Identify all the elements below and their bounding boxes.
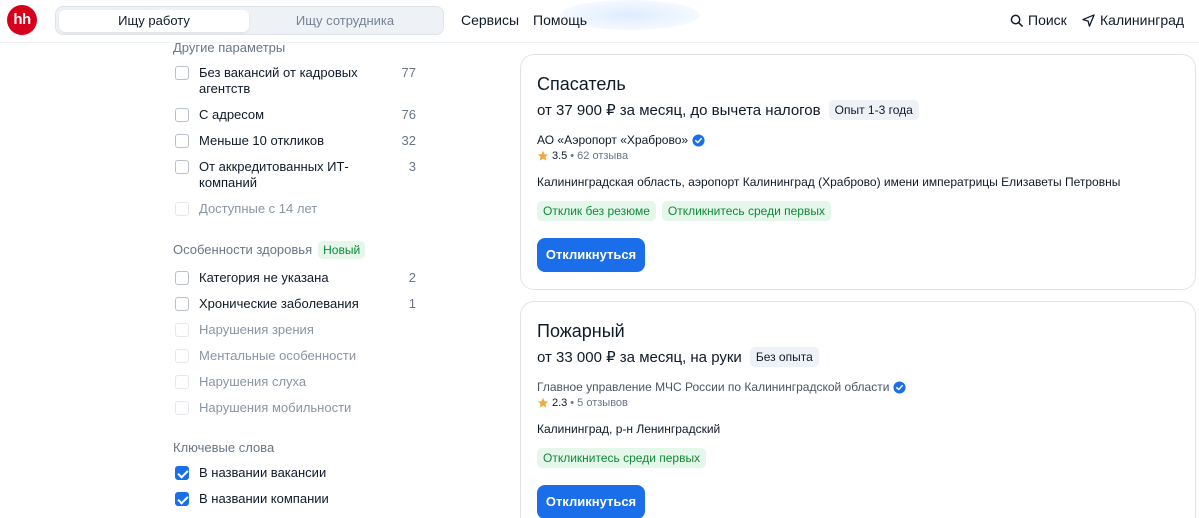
filter-label: Доступные с 14 лет (199, 201, 318, 216)
checkbox (175, 349, 189, 363)
vacancy-salary: от 33 000 ₽ за месяц, на руки Без опыта (537, 347, 819, 367)
mode-switch: Ищу работу Ищу сотрудника (55, 6, 444, 35)
rating-value: 2.3 (552, 397, 568, 409)
filter-label: В названии компании (199, 491, 329, 506)
vacancy-address: Калининградская область, аэропорт Калини… (537, 175, 1121, 189)
apply-button[interactable]: Откликнуться (537, 238, 645, 272)
section-title-text: Особенности здоровья (173, 242, 313, 257)
company-name[interactable]: АО «Аэропорт «Храброво» (537, 133, 705, 147)
verified-check-icon (893, 380, 906, 394)
city-label: Калининград (1100, 12, 1185, 28)
filter-label: Меньше 10 откликов (199, 133, 325, 148)
rating-value: 3.5 (552, 150, 568, 162)
rating-separator: • (570, 397, 575, 409)
tag-be-first: Откликнитесь среди первых (661, 201, 831, 221)
filter-label: Без вакансий от кадровых агентств (199, 65, 358, 96)
filters-sidebar: Другие параметры Без вакансий от кадровы… (0, 0, 440, 518)
vacancy-tags: Отклик без резюме Откликнитесь среди пер… (537, 201, 831, 221)
experience-badge: Без опыта (749, 347, 819, 367)
filter-count: 77 (401, 65, 416, 80)
checkbox[interactable] (175, 492, 189, 506)
filter-label: В названии вакансии (199, 465, 327, 480)
filter-label: Ментальные особенности (199, 348, 357, 363)
filter-label: Категория не указана (199, 270, 329, 285)
company-name-text: АО «Аэропорт «Храброво» (537, 133, 689, 147)
search-button[interactable]: Поиск (1010, 12, 1067, 28)
reviews-count: 5 отзывов (577, 397, 628, 409)
star-icon (537, 397, 549, 408)
tab-employer[interactable]: Ищу сотрудника (250, 10, 440, 32)
checkbox[interactable] (175, 271, 189, 285)
filter-label: Нарушения зрения (199, 322, 314, 337)
reviews-count: 62 отзыва (577, 150, 629, 162)
checkbox (175, 202, 189, 216)
checkbox[interactable] (175, 160, 189, 174)
apply-button[interactable]: Откликнуться (537, 485, 645, 518)
star-icon (537, 150, 549, 161)
hh-logo[interactable]: hh (7, 5, 37, 35)
top-header: hh Ищу работу Ищу сотрудника Сервисы Пом… (0, 0, 1199, 42)
checkbox (175, 401, 189, 415)
section-title-keywords: Ключевые слова (173, 440, 275, 455)
vacancy-tags: Откликнитесь среди первых (537, 448, 707, 468)
vacancy-card[interactable]: Спасатель от 37 900 ₽ за месяц, до вычет… (520, 54, 1196, 290)
filter-count: 3 (408, 159, 416, 174)
filter-count: 2 (408, 270, 416, 285)
vacancy-salary: от 37 900 ₽ за месяц, до вычета налогов … (537, 100, 919, 120)
location-arrow-icon (1082, 13, 1095, 27)
tag-no-resume: Отклик без резюме (537, 201, 656, 221)
filter-label: Нарушения слуха (199, 374, 307, 389)
company-rating: 2.3 • 5 отзывов (537, 397, 628, 409)
vacancy-title[interactable]: Спасатель (537, 74, 626, 95)
city-selector[interactable]: Калининград (1082, 12, 1184, 28)
salary-text: от 37 900 ₽ за месяц, до вычета налогов (537, 102, 821, 119)
checkbox (175, 375, 189, 389)
filter-count: 76 (401, 107, 416, 122)
header-divider (0, 42, 1199, 43)
search-icon (1010, 14, 1023, 27)
search-label: Поиск (1028, 12, 1067, 28)
company-rating: 3.5 • 62 отзыва (537, 150, 628, 162)
nav-help[interactable]: Помощь (533, 12, 587, 28)
company-name[interactable]: Главное управление МЧС России по Калинин… (537, 380, 906, 394)
salary-text: от 33 000 ₽ за месяц, на руки (537, 349, 742, 366)
filter-label: Хронические заболевания (199, 296, 359, 311)
section-title-health: Особенности здоровья Новый (173, 241, 366, 259)
filter-label: С адресом (199, 107, 265, 122)
vacancy-title[interactable]: Пожарный (537, 321, 625, 342)
experience-badge: Опыт 1-3 года (828, 100, 919, 120)
checkbox[interactable] (175, 297, 189, 311)
checkbox[interactable] (175, 134, 189, 148)
company-name-text: Главное управление МЧС России по Калинин… (537, 380, 890, 394)
tab-job-seeker[interactable]: Ищу работу (59, 10, 249, 32)
filter-label: От аккредитованных ИТ-компаний (199, 159, 349, 190)
new-badge: Новый (318, 241, 366, 259)
verified-check-icon (692, 133, 705, 147)
filter-label: Нарушения мобильности (199, 400, 352, 415)
vacancy-card[interactable]: Пожарный от 33 000 ₽ за месяц, на руки Б… (520, 301, 1196, 518)
checkbox[interactable] (175, 466, 189, 480)
nav-services[interactable]: Сервисы (461, 12, 519, 28)
rating-separator: • (570, 150, 575, 162)
filter-count: 1 (408, 296, 416, 311)
vacancy-address: Калининград, р-н Ленинградский (537, 422, 721, 436)
checkbox (175, 323, 189, 337)
filter-count: 32 (401, 133, 416, 148)
tag-be-first: Откликнитесь среди первых (537, 448, 707, 468)
checkbox[interactable] (175, 108, 189, 122)
checkbox[interactable] (175, 66, 189, 80)
